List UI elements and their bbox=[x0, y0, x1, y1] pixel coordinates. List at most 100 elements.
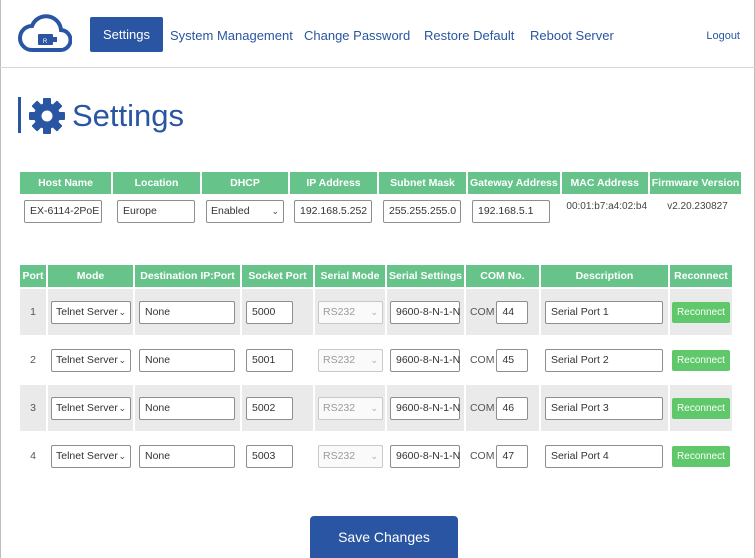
chevron-down-icon: ⌄ bbox=[271, 205, 279, 216]
mode-value: Telnet Server bbox=[56, 353, 118, 366]
serial-settings-input[interactable]: 9600-8-N-1-N bbox=[390, 300, 460, 324]
header-serial-settings: Serial Settings bbox=[387, 265, 464, 287]
reconnect-button[interactable]: Reconnect bbox=[671, 445, 730, 467]
chevron-down-icon: ⌄ bbox=[370, 402, 378, 413]
cloud-logo-icon: R bbox=[18, 14, 72, 52]
description-input[interactable]: Serial Port 1 bbox=[544, 300, 663, 324]
reconnect-button[interactable]: Reconnect bbox=[671, 397, 730, 419]
mode-select[interactable]: Telnet Server ⌄ bbox=[51, 444, 131, 468]
destination-input[interactable]: None bbox=[139, 348, 235, 372]
header-location: Location bbox=[113, 172, 200, 194]
port-number: 1 bbox=[20, 289, 46, 335]
serial-mode-select: RS232 ⌄ bbox=[318, 444, 383, 468]
description-input[interactable]: Serial Port 3 bbox=[544, 396, 663, 420]
nav-settings[interactable]: Settings bbox=[90, 17, 163, 52]
gear-icon bbox=[29, 98, 65, 134]
com-label: COM bbox=[469, 449, 495, 462]
com-label: COM bbox=[469, 401, 495, 414]
header-ip-address: IP Address bbox=[290, 172, 377, 194]
table-row: 2 Telnet Server ⌄ None 5001 RS232 ⌄ 9600-8-N-1-… bbox=[20, 337, 732, 383]
firmware-version-value: v2.20.230827 bbox=[667, 201, 728, 212]
serial-mode-value: RS232 bbox=[323, 449, 356, 462]
nav-reboot-server[interactable]: Reboot Server bbox=[530, 28, 614, 43]
header-mode: Mode bbox=[48, 265, 133, 287]
destination-input[interactable]: None bbox=[139, 300, 235, 324]
chevron-down-icon: ⌄ bbox=[118, 354, 126, 365]
serial-mode-select: RS232 ⌄ bbox=[318, 396, 383, 420]
location-input[interactable]: Europe bbox=[117, 199, 195, 223]
port-number: 3 bbox=[20, 385, 46, 431]
header-reconnect: Reconnect bbox=[669, 265, 732, 287]
page-title: Settings bbox=[72, 98, 185, 133]
header-subnet-mask: Subnet Mask bbox=[379, 172, 466, 194]
table-row: 4 Telnet Server ⌄ None 5003 RS232 ⌄ 9600-8-N-1-… bbox=[20, 433, 732, 479]
nav-system-management[interactable]: System Management bbox=[170, 28, 293, 43]
chevron-down-icon: ⌄ bbox=[118, 450, 126, 461]
com-number-input[interactable]: 44 bbox=[496, 300, 529, 324]
com-number-input[interactable]: 45 bbox=[496, 348, 529, 372]
logo-badge-text: R bbox=[43, 39, 48, 45]
mode-value: Telnet Server bbox=[56, 449, 118, 462]
port-number: 2 bbox=[30, 354, 36, 366]
header-firmware-version: Firmware Version bbox=[649, 172, 742, 194]
header-description: Description bbox=[540, 265, 668, 287]
com-number-input[interactable]: 46 bbox=[496, 396, 529, 420]
com-label: COM bbox=[469, 353, 495, 366]
chevron-down-icon: ⌄ bbox=[370, 450, 378, 461]
header-serial-mode: Serial Mode bbox=[315, 265, 385, 287]
header-com-no: COM No. bbox=[465, 265, 539, 287]
serial-settings-input[interactable]: 9600-8-N-1-N bbox=[390, 348, 460, 372]
nav-change-password[interactable]: Change Password bbox=[304, 28, 410, 43]
socket-port-input[interactable]: 5002 bbox=[246, 396, 293, 420]
chevron-down-icon: ⌄ bbox=[370, 306, 378, 317]
dhcp-value: Enabled bbox=[211, 204, 250, 217]
mode-value: Telnet Server bbox=[56, 401, 118, 414]
destination-input[interactable]: None bbox=[139, 396, 235, 420]
port-number: 4 bbox=[30, 450, 36, 462]
socket-port-input[interactable]: 5003 bbox=[246, 444, 293, 468]
ip-address-input[interactable]: 192.168.5.252 bbox=[294, 199, 372, 223]
header-dhcp: DHCP bbox=[202, 172, 288, 194]
host-name-input[interactable]: EX-6114-2PoE bbox=[24, 199, 102, 223]
description-input[interactable]: Serial Port 2 bbox=[544, 348, 663, 372]
dhcp-select[interactable]: Enabled ⌄ bbox=[206, 199, 284, 223]
host-settings-table: Host Name Location DHCP IP Address Subne… bbox=[18, 170, 743, 228]
save-changes-button[interactable]: Save Changes bbox=[310, 516, 458, 558]
serial-settings-input[interactable]: 9600-8-N-1-N bbox=[390, 396, 460, 420]
serial-mode-value: RS232 bbox=[323, 305, 356, 318]
description-input[interactable]: Serial Port 4 bbox=[544, 444, 663, 468]
serial-mode-select: RS232 ⌄ bbox=[318, 300, 383, 324]
serial-mode-value: RS232 bbox=[323, 353, 356, 366]
nav-restore-default[interactable]: Restore Default bbox=[424, 28, 514, 43]
chevron-down-icon: ⌄ bbox=[118, 402, 126, 413]
table-row: 3 Telnet Server ⌄ None 5002 RS232 ⌄ 9600-8-N-1-… bbox=[20, 385, 732, 431]
socket-port-input[interactable]: 5000 bbox=[246, 300, 293, 324]
title-accent-bar bbox=[18, 97, 21, 133]
serial-mode-select: RS232 ⌄ bbox=[318, 348, 383, 372]
mode-select[interactable]: Telnet Server ⌄ bbox=[51, 300, 131, 324]
mac-address-value: 00:01:b7:a4:02:b4 bbox=[566, 201, 648, 212]
mode-value: Telnet Server bbox=[56, 305, 118, 318]
gateway-input[interactable]: 192.168.5.1 bbox=[472, 199, 550, 223]
mode-select[interactable]: Telnet Server ⌄ bbox=[51, 348, 131, 372]
top-nav: R Settings System Management Change Pass… bbox=[0, 0, 755, 68]
header-destination: Destination IP:Port bbox=[135, 265, 240, 287]
chevron-down-icon: ⌄ bbox=[370, 354, 378, 365]
serial-settings-input[interactable]: 9600-8-N-1-N bbox=[390, 444, 460, 468]
com-number-input[interactable]: 47 bbox=[496, 444, 529, 468]
reconnect-button[interactable]: Reconnect bbox=[671, 349, 730, 371]
subnet-mask-input[interactable]: 255.255.255.0 bbox=[383, 199, 461, 223]
socket-port-input[interactable]: 5001 bbox=[246, 348, 293, 372]
com-label: COM bbox=[469, 305, 495, 318]
chevron-down-icon: ⌄ bbox=[118, 306, 126, 317]
header-gateway-address: Gateway Address bbox=[468, 172, 560, 194]
header-port: Port bbox=[20, 265, 46, 287]
header-host-name: Host Name bbox=[20, 172, 111, 194]
destination-input[interactable]: None bbox=[139, 444, 235, 468]
serial-mode-value: RS232 bbox=[323, 401, 356, 414]
port-settings-table: Port Mode Destination IP:Port Socket Por… bbox=[18, 263, 734, 481]
logout-link[interactable]: Logout bbox=[706, 30, 740, 42]
header-mac-address: MAC Address bbox=[561, 172, 648, 194]
mode-select[interactable]: Telnet Server ⌄ bbox=[51, 396, 131, 420]
reconnect-button[interactable]: Reconnect bbox=[671, 301, 730, 323]
